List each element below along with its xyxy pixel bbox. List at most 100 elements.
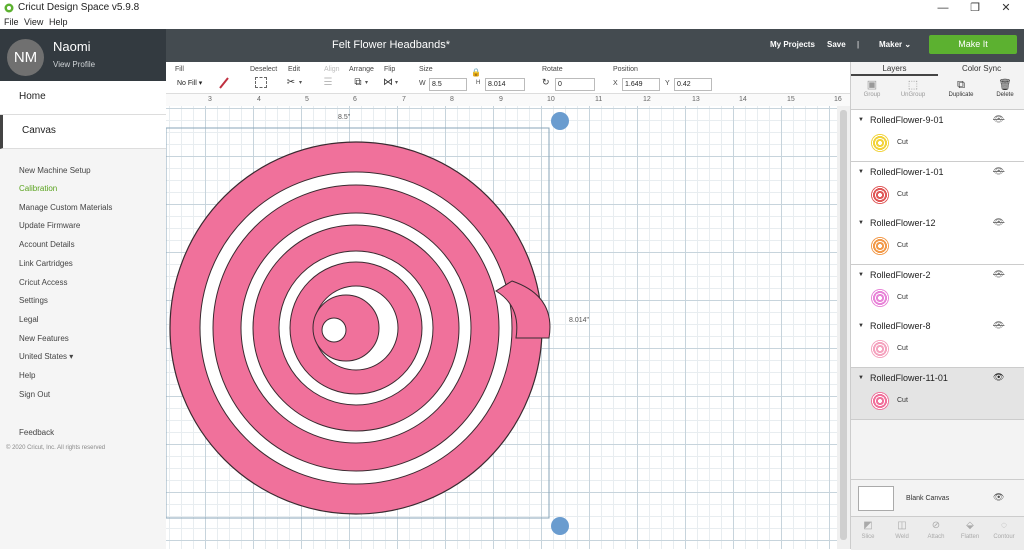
layer-operation[interactable]: Cut <box>897 191 908 198</box>
layer-thumbnail[interactable] <box>871 391 889 410</box>
sidebar-link-new-features[interactable]: New Features <box>19 334 69 343</box>
layer-operation[interactable]: Cut <box>897 397 908 404</box>
eye-hidden-icon[interactable]: 👁 <box>993 217 1004 228</box>
contour-button[interactable]: ◌ Contour <box>987 520 1021 540</box>
layer-operation[interactable]: Cut <box>897 345 908 352</box>
delete-button[interactable]: 🗑 Delete <box>985 79 1024 98</box>
ruler-tick: 3 <box>208 96 212 103</box>
sidebar-link-link-cartridges[interactable]: Link Cartridges <box>19 259 73 268</box>
caret-down-icon[interactable]: ▼ <box>858 117 864 123</box>
sidebar-link-settings[interactable]: Settings <box>19 296 48 305</box>
layer-operation[interactable]: Cut <box>897 294 908 301</box>
eye-hidden-icon[interactable]: 👁 <box>993 492 1004 503</box>
weld-button[interactable]: ◫ Weld <box>885 520 919 540</box>
flip-icon[interactable]: ⋈ <box>381 77 395 89</box>
sidebar-link-update-firmware[interactable]: Update Firmware <box>19 221 80 230</box>
tab-layers[interactable]: Layers <box>851 64 938 73</box>
sidebar-link-feedback[interactable]: Feedback <box>19 428 54 437</box>
layer-thumbnail[interactable] <box>871 340 889 358</box>
save-button[interactable]: Save <box>827 40 846 49</box>
y-input[interactable]: 0.42 <box>674 78 712 91</box>
sidebar-link-account-details[interactable]: Account Details <box>19 240 75 249</box>
maximize-button[interactable]: ❐ <box>960 0 990 16</box>
menu-help[interactable]: Help <box>49 16 68 29</box>
blank-canvas-swatch[interactable] <box>858 486 894 511</box>
menu-view[interactable]: View <box>24 16 43 29</box>
tab-color-sync[interactable]: Color Sync <box>938 64 1024 73</box>
layer-row[interactable]: ▼ RolledFlower-2 👁 Cut <box>851 264 1024 317</box>
layer-row[interactable]: ▼ RolledFlower-12 👁 Cut <box>851 213 1024 265</box>
sidebar-link-manage-custom-materials[interactable]: Manage Custom Materials <box>19 203 112 212</box>
group-button[interactable]: ▣ Group <box>852 79 892 98</box>
layer-row[interactable]: ▼ RolledFlower-1-01 👁 Cut <box>851 161 1024 214</box>
scroll-thumb[interactable] <box>840 110 847 540</box>
canvas-scrollbar[interactable] <box>837 106 850 549</box>
sidebar-link-new-machine-setup[interactable]: New Machine Setup <box>19 166 91 175</box>
layer-operation[interactable]: Cut <box>897 242 908 249</box>
layer-thumbnail[interactable] <box>871 237 889 255</box>
menu-file[interactable]: File <box>4 16 19 29</box>
arrange-icon[interactable]: ⧉ <box>351 77 365 89</box>
header-separator: | <box>857 40 860 49</box>
view-profile-link[interactable]: View Profile <box>53 60 95 69</box>
close-button[interactable]: ✕ <box>991 0 1021 16</box>
pen-icon[interactable] <box>218 76 230 90</box>
sidebar-link-help[interactable]: Help <box>19 371 35 380</box>
layer-row[interactable]: ▼ RolledFlower-9-01 👁 Cut <box>851 110 1024 162</box>
attach-button[interactable]: ⊘ Attach <box>919 520 953 540</box>
make-it-button[interactable]: Make It <box>929 35 1017 54</box>
layer-thumbnail[interactable] <box>871 185 889 204</box>
layer-name: RolledFlower-2 <box>870 269 931 280</box>
layer-name: RolledFlower-1-01 <box>870 166 944 177</box>
scissors-icon[interactable]: ✂ <box>284 77 298 89</box>
rotate-handle[interactable] <box>551 112 569 130</box>
layer-thumbnail[interactable] <box>871 134 889 152</box>
fill-select[interactable]: No Fill ▾ <box>175 78 213 89</box>
ungroup-button[interactable]: ⬚ UnGroup <box>893 79 933 98</box>
rotate-input[interactable]: 0 <box>555 78 595 91</box>
sidebar-item-home[interactable]: Home <box>0 81 166 115</box>
eye-hidden-icon[interactable]: 👁 <box>993 114 1004 125</box>
sidebar-link-calibration[interactable]: Calibration <box>19 184 57 193</box>
caret-down-icon[interactable]: ▼ <box>858 220 864 226</box>
x-input[interactable]: 1.649 <box>622 78 660 91</box>
sidebar-link-country[interactable]: United States ▾ <box>19 352 73 361</box>
caret-down-icon[interactable]: ▼ <box>858 272 864 278</box>
layer-operation[interactable]: Cut <box>897 139 908 146</box>
blank-canvas-row[interactable]: Blank Canvas 👁 <box>851 479 1024 516</box>
flatten-button[interactable]: ⬙ Flatten <box>953 520 987 540</box>
ungroup-label: UnGroup <box>900 92 926 98</box>
caret-down-icon[interactable]: ▼ <box>858 375 864 381</box>
eye-icon[interactable]: 👁 <box>993 372 1004 383</box>
machine-select[interactable]: Maker ⌄ <box>879 40 911 49</box>
align-icon[interactable]: ☰ <box>321 77 335 89</box>
layer-thumbnail[interactable] <box>871 288 889 307</box>
width-input[interactable]: 8.5 <box>429 78 467 91</box>
resize-handle[interactable] <box>551 517 569 535</box>
caret-down-icon[interactable]: ▼ <box>858 169 864 175</box>
layer-row[interactable]: ▼ RolledFlower-11-01 👁 Cut <box>851 367 1024 420</box>
duplicate-icon: ⧉ <box>957 79 965 91</box>
sidebar-link-sign-out[interactable]: Sign Out <box>19 390 50 399</box>
height-input[interactable]: 8.014 <box>485 78 525 91</box>
sidebar-link-legal[interactable]: Legal <box>19 315 39 324</box>
sidebar-item-canvas[interactable]: Canvas <box>0 115 169 149</box>
duplicate-button[interactable]: ⧉ Duplicate <box>941 79 981 98</box>
slice-button[interactable]: ◩ Slice <box>851 520 885 540</box>
sidebar-link-cricut-access[interactable]: Cricut Access <box>19 278 67 287</box>
deselect-icon[interactable] <box>255 77 267 88</box>
eye-hidden-icon[interactable]: 👁 <box>993 269 1004 280</box>
lock-icon[interactable]: 🔒 <box>471 68 481 77</box>
rolled-flower-shape[interactable] <box>169 141 551 515</box>
caret-down-icon[interactable]: ▼ <box>858 323 864 329</box>
edit-toolbar: Fill No Fill ▾ Deselect Edit ✂ ▾ Align ☰… <box>166 62 850 94</box>
avatar[interactable]: NM <box>7 39 44 76</box>
eye-hidden-icon[interactable]: 👁 <box>993 166 1004 177</box>
design-canvas[interactable]: 8.5" 8.014" <box>166 106 837 549</box>
minimize-button[interactable]: — <box>928 0 958 16</box>
layer-row[interactable]: ▼ RolledFlower-8 👁 Cut <box>851 316 1024 368</box>
ruler-tick: 15 <box>787 96 795 103</box>
eye-hidden-icon[interactable]: 👁 <box>993 320 1004 331</box>
my-projects-link[interactable]: My Projects <box>770 40 815 49</box>
layers-panel: Layers Color Sync ▣ Group ⬚ UnGroup ⧉ Dupli… <box>850 62 1024 550</box>
